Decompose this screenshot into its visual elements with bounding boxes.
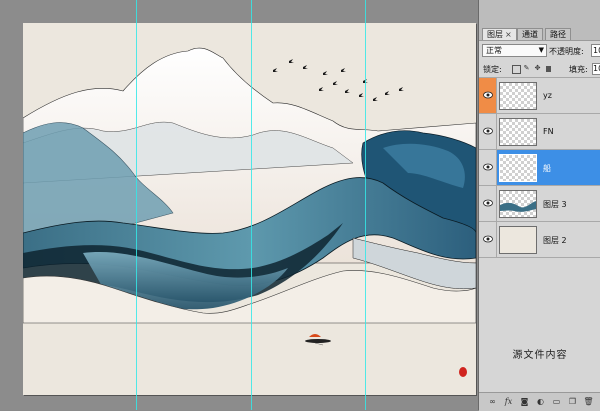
guide-line[interactable] <box>136 0 137 410</box>
visibility-toggle[interactable] <box>479 78 497 113</box>
visibility-toggle[interactable] <box>479 150 497 185</box>
opacity-value: 100 <box>593 46 600 55</box>
fx-icon[interactable]: fx <box>503 396 514 407</box>
tab-layers[interactable]: 图层 × <box>482 28 517 40</box>
layer-name: FN <box>543 127 554 136</box>
layer-row[interactable]: yz <box>479 78 600 114</box>
layer-row-selected[interactable]: 船 <box>479 150 600 186</box>
ink-landscape-artwork <box>23 47 476 377</box>
layer-row[interactable]: 图层 2 <box>479 222 600 258</box>
fill-label: 填充: <box>569 65 588 74</box>
layer-name: 船 <box>543 164 551 173</box>
adjustment-icon[interactable]: ◐ <box>535 396 546 407</box>
artwork-canvas[interactable] <box>23 23 476 395</box>
chevron-down-icon: ▼ <box>538 46 544 54</box>
close-icon[interactable]: × <box>505 30 512 39</box>
layer-thumbnail <box>499 154 537 182</box>
mask-icon[interactable]: ◙ <box>519 396 530 407</box>
red-seal <box>459 367 467 377</box>
layer-thumbnail <box>499 226 537 254</box>
lock-brush-icon[interactable]: ✎ <box>523 65 530 72</box>
layer-thumbnail-art <box>500 201 536 212</box>
blend-mode-select[interactable]: 正常 ▼ <box>482 44 547 57</box>
guide-line[interactable] <box>365 0 366 410</box>
tab-layers-label: 图层 <box>487 30 503 39</box>
layer-thumbnail <box>499 82 537 110</box>
tab-paths-label: 路径 <box>550 30 566 39</box>
visibility-toggle[interactable] <box>479 222 497 257</box>
visibility-toggle[interactable] <box>479 186 497 221</box>
lock-move-icon[interactable]: ✥ <box>534 65 541 72</box>
link-icon[interactable]: ∞ <box>487 396 498 407</box>
trash-icon[interactable]: 🗑 <box>583 396 594 407</box>
tab-channels-label: 通道 <box>522 30 538 39</box>
new-layer-icon[interactable]: ❐ <box>567 396 578 407</box>
birds-flock <box>273 59 404 101</box>
eye-icon <box>483 235 493 243</box>
blend-mode-value: 正常 <box>486 46 502 55</box>
eye-icon <box>483 91 493 99</box>
lock-transparency-icon[interactable] <box>512 65 521 74</box>
blend-row: 正常 ▼ 不透明度: 100 <box>479 42 600 59</box>
layer-row[interactable]: 图层 3 <box>479 186 600 222</box>
layer-thumbnail <box>499 190 537 218</box>
eye-icon <box>483 127 493 135</box>
eye-icon <box>483 199 493 207</box>
panel-tabs: 图层 × 通道 路径 <box>479 0 600 41</box>
folder-icon[interactable]: ▭ <box>551 396 562 407</box>
layer-name: 图层 2 <box>543 236 567 245</box>
opacity-label: 不透明度: <box>549 47 584 56</box>
source-file-label: 源文件内容 <box>512 350 568 361</box>
document-workspace[interactable] <box>0 0 478 410</box>
lock-label: 锁定: <box>483 65 502 74</box>
layer-name: 图层 3 <box>543 200 567 209</box>
guide-line[interactable] <box>251 0 252 410</box>
layer-name: yz <box>543 91 552 100</box>
lock-row: 锁定: ✎ ✥ 填充: 100 <box>479 61 600 78</box>
layer-row[interactable]: FN <box>479 114 600 150</box>
lock-all-icon[interactable] <box>546 66 551 72</box>
visibility-toggle[interactable] <box>479 114 497 149</box>
layers-panel: 图层× 通道 路径 正常 ▼ 不透明度: 100 锁定: ✎ ✥ 填充: 100… <box>478 0 600 411</box>
layer-thumbnail <box>499 118 537 146</box>
boat <box>305 334 331 346</box>
panel-footer: ∞ fx ◙ ◐ ▭ ❐ 🗑 <box>479 392 600 411</box>
fill-field[interactable]: 100 <box>592 63 600 75</box>
tab-paths[interactable]: 路径 <box>545 28 571 40</box>
eye-icon <box>483 163 493 171</box>
fill-value: 100 <box>593 64 600 73</box>
opacity-field[interactable]: 100 <box>591 44 600 57</box>
tab-channels[interactable]: 通道 <box>517 28 543 40</box>
